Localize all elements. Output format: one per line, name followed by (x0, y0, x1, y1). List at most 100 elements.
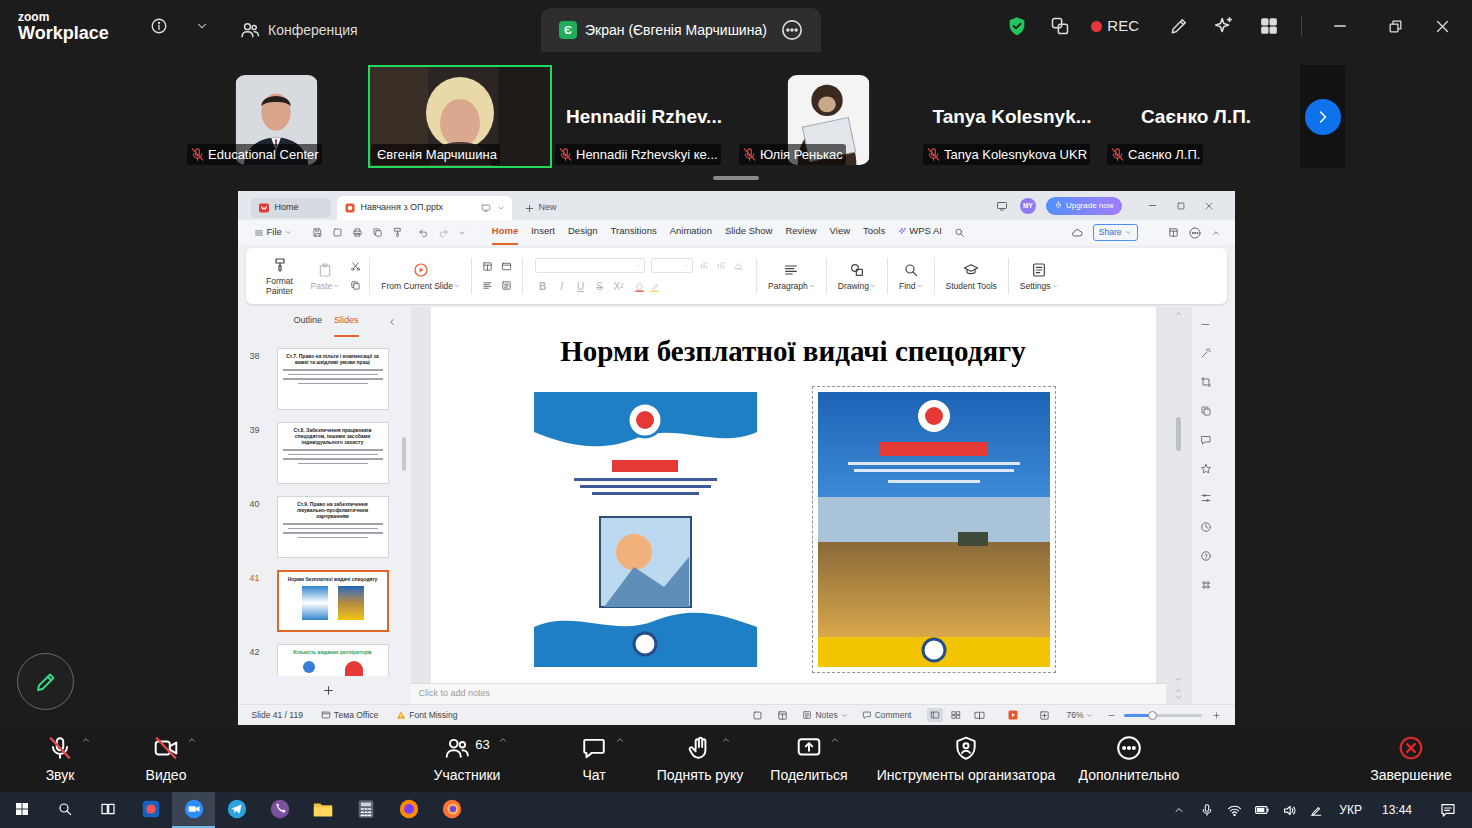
zoom-slider[interactable] (1124, 714, 1202, 717)
raise-hand-button[interactable]: Поднять руку (645, 728, 755, 792)
ribbon-button[interactable]: Student Tools (939, 248, 1004, 304)
scroll-thumb[interactable] (1176, 417, 1181, 451)
wifi-icon[interactable] (1227, 803, 1242, 818)
slide-title[interactable]: Норми безплатної видачі спецодягу (431, 334, 1156, 369)
volume-icon[interactable] (1282, 803, 1297, 818)
more-icon[interactable] (781, 19, 803, 41)
font-style-button[interactable]: S (592, 279, 607, 294)
font-style-button[interactable]: I (554, 279, 569, 294)
cut-icon[interactable] (350, 261, 361, 272)
comment-button[interactable]: Comment (862, 709, 912, 722)
chevron-up-icon[interactable] (615, 735, 625, 745)
next-slide-icon[interactable] (1175, 694, 1182, 701)
font-style-button[interactable]: U (573, 279, 588, 294)
font-size-field[interactable] (651, 258, 693, 273)
slide-thumbnail[interactable]: Ст.9. Право на забезпечення лікувально-п… (277, 496, 389, 558)
clear-format-icon[interactable] (733, 260, 744, 271)
ribbon-button[interactable]: Find (892, 248, 930, 304)
slide-thumbnail-row[interactable]: 38Ст.7. Право на пільги і компенсації за… (238, 348, 411, 422)
battery-icon[interactable] (1254, 802, 1270, 818)
adjust-icon[interactable] (1200, 492, 1212, 504)
participant-tile[interactable]: Hennadii Rzhev...Hennadii Rzhevskyi ке..… (552, 65, 736, 168)
participant-tile[interactable]: Юлія Ренькас (736, 65, 920, 168)
panel-icon[interactable] (1168, 227, 1179, 238)
slide-thumbnail[interactable]: Ст.8. Забезпечення працівників спецодяго… (277, 422, 389, 484)
more-icon[interactable] (1189, 227, 1201, 239)
format-icon[interactable] (392, 227, 403, 238)
magic-wand-icon[interactable] (1200, 347, 1212, 359)
zoom-slider-knob[interactable] (1148, 711, 1157, 720)
print-icon[interactable] (352, 227, 363, 238)
chevron-up-icon[interactable] (830, 735, 840, 745)
star-icon[interactable] (1200, 463, 1212, 475)
taskbar-app[interactable] (344, 792, 387, 828)
next-page-button[interactable] (1300, 65, 1345, 168)
redo-icon[interactable] (438, 227, 449, 238)
slide-image[interactable] (534, 392, 757, 667)
layout-icon[interactable] (482, 261, 493, 272)
help-icon[interactable] (1200, 550, 1212, 562)
backup-icon[interactable] (752, 710, 763, 721)
taskbar-app[interactable] (0, 792, 43, 828)
theme-indicator[interactable]: Тема Office (321, 709, 378, 722)
taskbar-app[interactable] (172, 792, 215, 828)
panel-scrollbar[interactable] (402, 437, 406, 471)
taskbar-app[interactable] (215, 792, 258, 828)
new-slide-icon[interactable] (501, 280, 512, 291)
language-indicator[interactable]: УКР (1339, 801, 1362, 819)
save-icon[interactable] (312, 227, 323, 238)
close-icon[interactable] (1434, 18, 1451, 35)
chevron-down-icon[interactable] (497, 204, 505, 212)
menu-tab[interactable]: View (830, 220, 850, 245)
reset-icon[interactable] (501, 261, 512, 272)
end-meeting-button[interactable]: Завершение (1356, 728, 1466, 792)
share-button[interactable]: Share (1093, 224, 1138, 241)
slide-thumbnail-row[interactable]: 40Ст.9. Право на забезпечення лікувально… (238, 496, 411, 570)
zoom-select[interactable]: 76% (1066, 709, 1092, 722)
shrink-font-icon[interactable] (716, 260, 727, 271)
font-style-button[interactable]: B (535, 279, 550, 294)
slide-sorter-icon[interactable] (951, 710, 961, 720)
grow-font-icon[interactable] (699, 260, 710, 271)
collapse-panel-icon[interactable] (387, 317, 397, 327)
notes-field[interactable]: Click to add notes (411, 683, 1166, 704)
menu-tab[interactable]: Slide Show (725, 220, 773, 245)
highlight-icon[interactable] (649, 281, 660, 292)
chevron-up-icon[interactable] (498, 735, 508, 745)
slide-thumbnail-row[interactable]: 39Ст.8. Забезпечення працівників спецодя… (238, 422, 411, 496)
slide-thumbnail[interactable]: Ст.7. Право на пільги і компенсації за в… (277, 348, 389, 410)
fit-window-icon[interactable] (1039, 710, 1050, 721)
resize-handle[interactable] (713, 176, 759, 180)
panel-tab[interactable]: Outline (294, 307, 323, 337)
cloud-icon[interactable] (1071, 227, 1083, 239)
font-missing-indicator[interactable]: Font Missing (396, 709, 457, 722)
history-icon[interactable] (1200, 521, 1212, 533)
info-icon[interactable] (150, 17, 168, 35)
menu-tab[interactable]: Review (785, 220, 816, 245)
ribbon-button[interactable]: Drawing (831, 248, 883, 304)
window-tab[interactable]: Конференция (236, 8, 541, 52)
export-icon[interactable] (332, 227, 343, 238)
comment-icon[interactable] (1200, 434, 1212, 446)
slide-thumbnail[interactable]: Норми безплатної видачі спецодягу (277, 570, 389, 632)
pages-icon[interactable] (1200, 405, 1212, 417)
file-menu[interactable]: File (254, 225, 292, 239)
taskbar-app[interactable] (258, 792, 301, 828)
user-avatar[interactable]: MY (1020, 198, 1036, 214)
ribbon-button[interactable]: Format Painter (256, 248, 304, 304)
add-slide-icon[interactable] (322, 684, 335, 697)
taskbar-app[interactable] (301, 792, 344, 828)
collapse-icon[interactable] (1200, 319, 1211, 330)
menu-tab[interactable]: Design (568, 220, 598, 245)
preview-icon[interactable] (372, 227, 383, 238)
annotate-pencil-icon[interactable] (1169, 16, 1189, 36)
taskbar-app[interactable] (387, 792, 430, 828)
chevron-up-icon[interactable] (187, 735, 197, 745)
chevron-down-icon[interactable] (195, 19, 209, 33)
camera-button[interactable]: Видео (116, 728, 216, 792)
more-button[interactable]: Дополнительно (1069, 728, 1189, 792)
menu-tab[interactable]: Home (492, 220, 518, 245)
taskbar-app[interactable] (43, 792, 86, 828)
recording-indicator[interactable]: REC (1091, 15, 1139, 38)
format-icon[interactable] (777, 710, 788, 721)
